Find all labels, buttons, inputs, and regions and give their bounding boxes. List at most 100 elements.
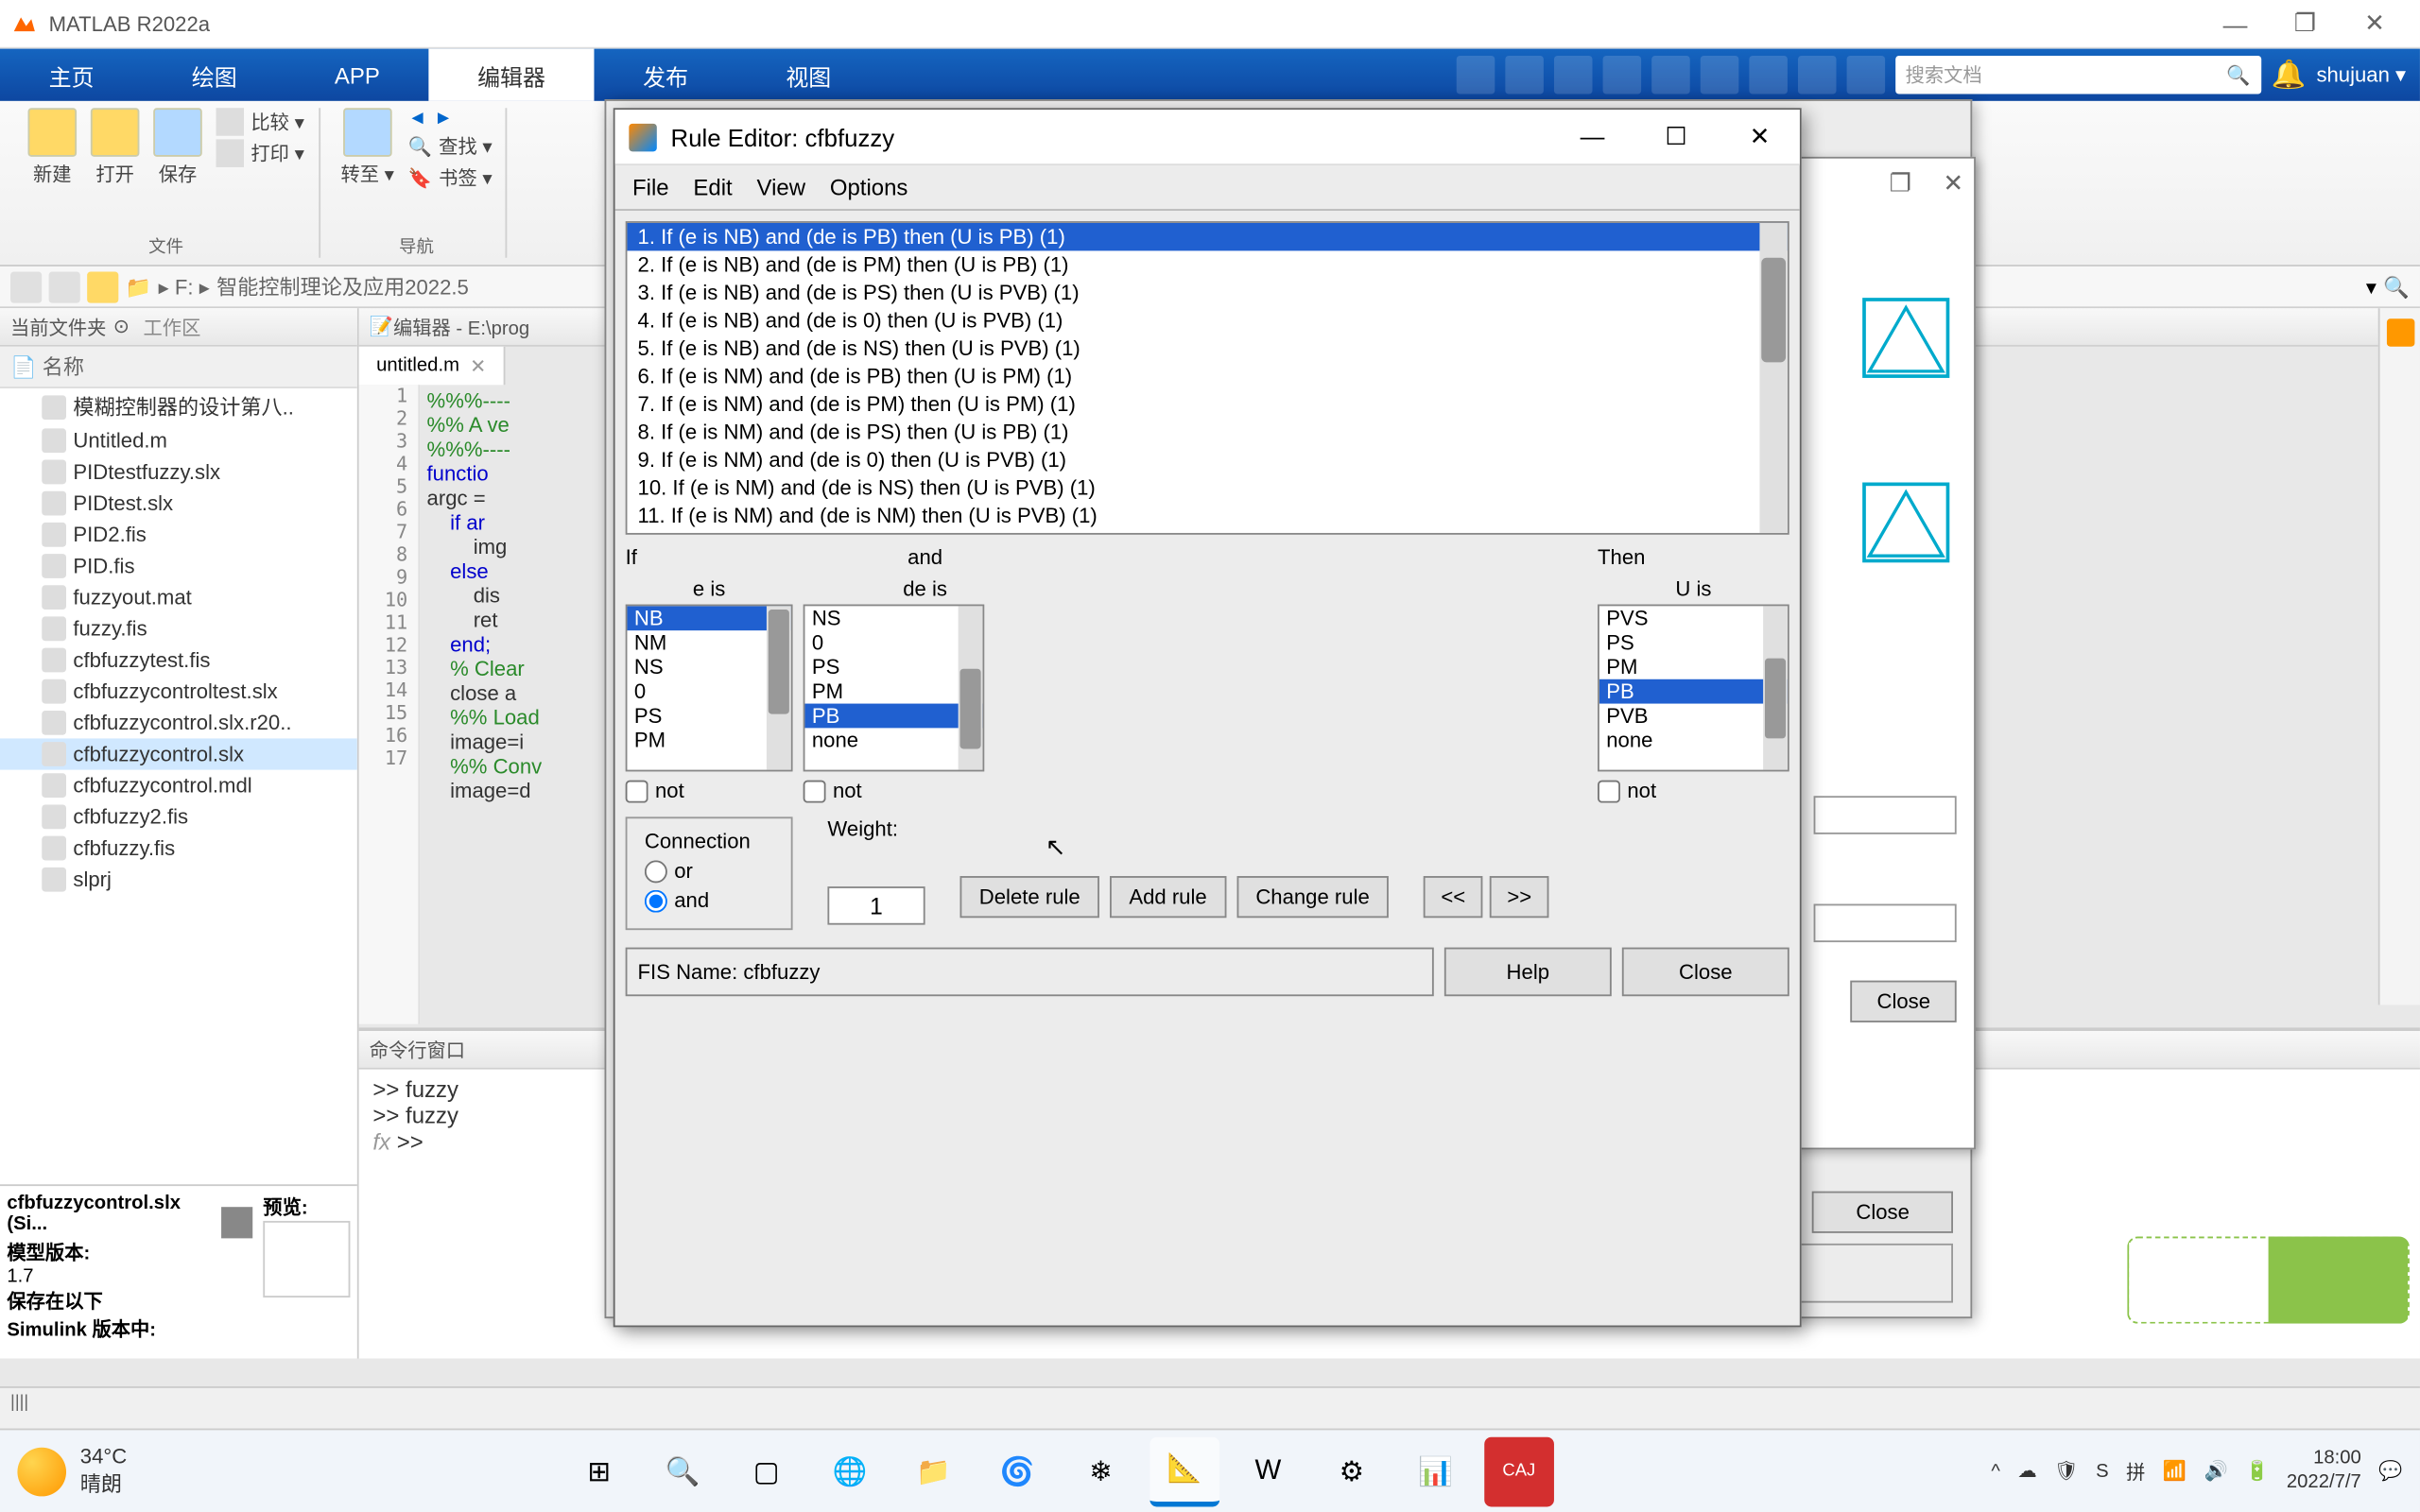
e-mf-list[interactable]: NBNMNS0PSPM <box>626 605 793 772</box>
tray-defender-icon[interactable]: 🛡 <box>2054 1460 2079 1483</box>
tab-view[interactable]: 视图 <box>737 49 880 101</box>
tab-publish[interactable]: 发布 <box>595 49 737 101</box>
path-folder-icon[interactable]: 📁 <box>126 274 152 299</box>
de-mf-list[interactable]: NS0PSPMPBnone <box>804 605 985 772</box>
menu-edit[interactable]: Edit <box>693 174 732 200</box>
rule-close-button[interactable]: ✕ <box>1734 122 1786 151</box>
maximize-button[interactable]: ❐ <box>2291 9 2319 37</box>
mf-item[interactable]: PVS <box>1599 606 1788 630</box>
close-button[interactable]: ✕ <box>2360 9 2388 37</box>
path-search-icon[interactable]: 🔍 <box>2383 274 2410 299</box>
caj-icon[interactable]: CAJ <box>1484 1436 1554 1506</box>
path-drive[interactable]: ▸ F: ▸ <box>159 274 210 299</box>
rule-help-button[interactable]: Help <box>1444 948 1612 997</box>
menu-file[interactable]: File <box>632 174 669 200</box>
edge-icon[interactable]: 🌐 <box>815 1436 885 1506</box>
close-tab-icon[interactable]: ✕ <box>470 354 486 377</box>
file-item[interactable]: cfbfuzzycontroltest.slx <box>0 676 357 707</box>
mf-item[interactable]: 0 <box>804 630 982 655</box>
browser-icon[interactable]: 🌀 <box>982 1436 1052 1506</box>
e-not-checkbox[interactable]: not <box>626 779 793 803</box>
tray-battery-icon[interactable]: 🔋 <box>2245 1460 2269 1483</box>
rule-item[interactable]: 5. If (e is NB) and (de is NS) then (U i… <box>627 335 1787 362</box>
rule-item[interactable]: 7. If (e is NM) and (de is PM) then (U i… <box>627 390 1787 418</box>
and-radio[interactable]: and <box>645 888 773 913</box>
mf-item[interactable]: NS <box>804 606 982 630</box>
editor-file-tab[interactable]: untitled.m ✕ <box>359 347 506 386</box>
current-folder-tab[interactable]: 当前文件夹 <box>10 313 106 340</box>
prev-rule-button[interactable]: << <box>1424 876 1483 918</box>
rule-item[interactable]: 9. If (e is NM) and (de is 0) then (U is… <box>627 446 1787 473</box>
minimize-button[interactable]: — <box>2221 9 2249 37</box>
file-item[interactable]: fuzzy.fis <box>0 613 357 644</box>
file-item[interactable]: cfbfuzzy.fis <box>0 833 357 864</box>
addon-icon[interactable] <box>1846 56 1885 94</box>
app-icon-3[interactable]: 📊 <box>1400 1436 1470 1506</box>
redo-icon[interactable] <box>1700 56 1738 94</box>
mf-close-icon[interactable]: ✕ <box>1943 169 1963 198</box>
mf-close-button[interactable]: Close <box>1851 981 1957 1022</box>
rule-list[interactable]: 1. If (e is NB) and (de is PB) then (U i… <box>626 221 1789 535</box>
mf-item[interactable]: PM <box>1599 655 1788 679</box>
mf-item[interactable]: none <box>1599 728 1788 752</box>
path-segment[interactable]: 智能控制理论及应用2022.5 <box>216 272 469 301</box>
tray-chevron-icon[interactable]: ^ <box>1991 1461 2000 1482</box>
rule-scrollbar-thumb[interactable] <box>1761 258 1786 363</box>
print-button[interactable]: 打印 ▾ <box>216 139 304 166</box>
open-button[interactable]: 打开 <box>91 108 140 188</box>
clock[interactable]: 18:00 2022/7/7 <box>2287 1448 2361 1494</box>
mf-range-input[interactable] <box>1814 796 1957 834</box>
rule-item[interactable]: 8. If (e is NM) and (de is PS) then (U i… <box>627 418 1787 445</box>
weather-widget[interactable]: 34°C 晴朗 <box>17 1444 127 1498</box>
copy-icon[interactable] <box>1553 56 1592 94</box>
tray-volume-icon[interactable]: 🔊 <box>2204 1460 2228 1483</box>
name-column-header[interactable]: 📄 名称 <box>0 347 357 388</box>
word-icon[interactable]: W <box>1234 1436 1304 1506</box>
tab-plots[interactable]: 绘图 <box>143 49 285 101</box>
mf-max-icon[interactable]: ❐ <box>1890 169 1911 198</box>
path-up-icon[interactable] <box>87 271 118 302</box>
matlab-taskbar-icon[interactable]: 📐 <box>1150 1436 1219 1506</box>
path-back-icon[interactable] <box>10 271 42 302</box>
user-menu[interactable]: shujuan ▾ <box>2316 62 2406 87</box>
tab-apps[interactable]: APP <box>285 49 428 101</box>
mf-item[interactable]: PB <box>1599 679 1788 704</box>
file-item[interactable]: slprj <box>0 864 357 895</box>
mf-item[interactable]: PS <box>804 655 982 679</box>
weight-input[interactable] <box>827 886 925 925</box>
next-rule-button[interactable]: >> <box>1490 876 1549 918</box>
tray-app-icon[interactable]: S <box>2096 1461 2109 1482</box>
rule-item[interactable]: 3. If (e is NB) and (de is PS) then (U i… <box>627 279 1787 306</box>
start-button[interactable]: ⊞ <box>564 1436 634 1506</box>
mf-item[interactable]: none <box>804 728 982 752</box>
file-item[interactable]: cfbfuzzycontrol.mdl <box>0 770 357 801</box>
tray-ime-icon[interactable]: 拼 <box>2126 1457 2145 1485</box>
mf-item[interactable]: PM <box>804 679 982 704</box>
file-item[interactable]: fuzzyout.mat <box>0 582 357 613</box>
warning-icon[interactable] <box>2386 318 2413 346</box>
file-item[interactable]: 模糊控制器的设计第八.. <box>0 388 357 425</box>
tray-onedrive-icon[interactable]: ☁ <box>2017 1460 2036 1483</box>
file-item[interactable]: PID2.fis <box>0 519 357 550</box>
cut-icon[interactable] <box>1505 56 1544 94</box>
tray-notifications-icon[interactable]: 💬 <box>2378 1460 2402 1483</box>
de-scrollbar-thumb[interactable] <box>959 669 980 749</box>
undo-icon[interactable] <box>1651 56 1690 94</box>
or-radio[interactable]: or <box>645 859 773 884</box>
file-item[interactable]: cfbfuzzy2.fis <box>0 801 357 833</box>
mf-display-range-input[interactable] <box>1814 904 1957 943</box>
add-rule-button[interactable]: Add rule <box>1110 876 1226 918</box>
rule-min-button[interactable]: — <box>1566 122 1618 151</box>
e-scrollbar-thumb[interactable] <box>769 610 789 714</box>
tab-editor[interactable]: 编辑器 <box>428 49 594 101</box>
rule-item[interactable]: 2. If (e is NB) and (de is PM) then (U i… <box>627 250 1787 278</box>
find-button[interactable]: 🔍查找 ▾ <box>408 132 493 160</box>
app-icon-1[interactable]: ❄ <box>1066 1436 1136 1506</box>
tab-home[interactable]: 主页 <box>0 49 143 101</box>
change-rule-button[interactable]: Change rule <box>1236 876 1389 918</box>
new-button[interactable]: 新建 <box>27 108 77 188</box>
fuzzy-close-button[interactable]: Close <box>1812 1192 1953 1233</box>
mf-item[interactable]: PVB <box>1599 704 1788 729</box>
file-item[interactable]: cfbfuzzycontrol.slx.r20.. <box>0 707 357 738</box>
save-button[interactable]: 保存 <box>153 108 202 188</box>
